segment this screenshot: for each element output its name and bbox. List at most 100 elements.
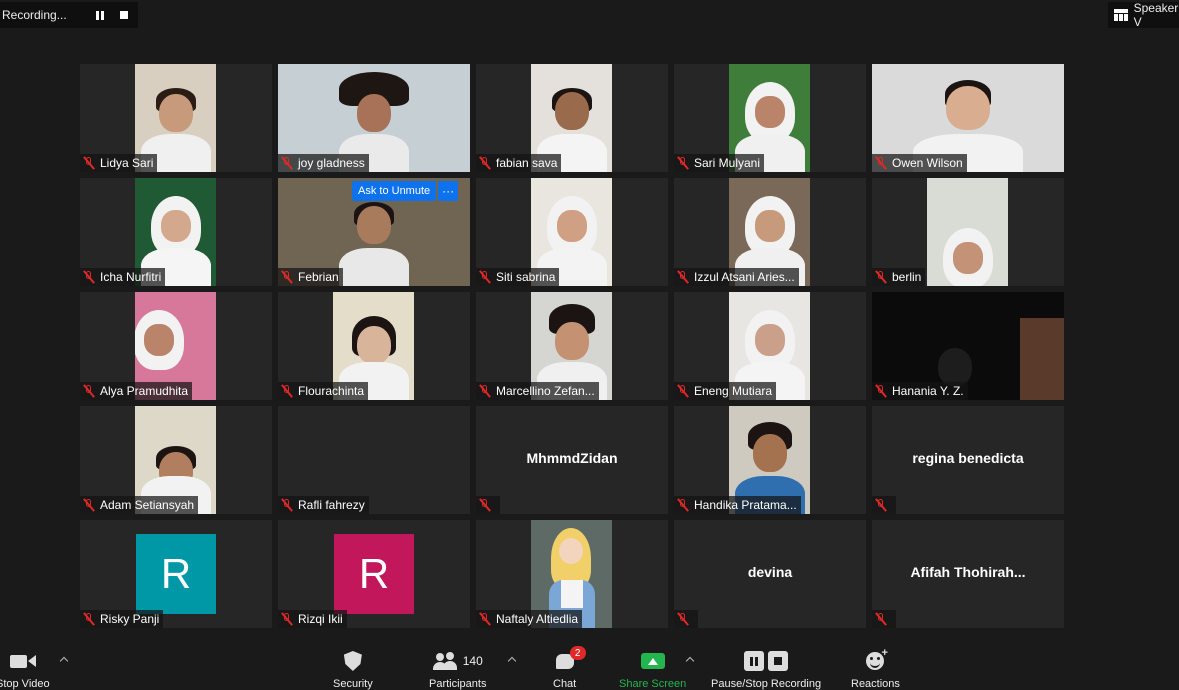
participant-tile[interactable]: Naftaly Altiedlia (476, 520, 668, 628)
mic-muted-icon (280, 270, 294, 284)
participant-name: fabian sava (496, 156, 558, 170)
participant-tile[interactable]: Eneng Mutiara (674, 292, 866, 400)
participant-name: Flourachinta (298, 384, 365, 398)
participants-button[interactable]: 140 Participants (429, 650, 486, 690)
mic-muted-icon (874, 156, 888, 170)
participant-name: Rizqi Ikii (298, 612, 343, 626)
participant-name: Rafli fahrezy (298, 498, 365, 512)
participant-tile[interactable]: Handika Pratama... (674, 406, 866, 514)
mic-muted-icon (676, 156, 690, 170)
participant-tile[interactable]: devina (674, 520, 866, 628)
participant-name-tag: fabian sava (476, 154, 562, 172)
view-label: Speaker V (1133, 1, 1179, 29)
participant-name: Eneng Mutiara (694, 384, 773, 398)
pause-recording-icon[interactable] (88, 3, 112, 27)
share-options-chevron-icon[interactable] (686, 656, 694, 664)
participant-tile[interactable]: Siti sabrina (476, 178, 668, 286)
participant-tile[interactable]: Alya Pramudhita (80, 292, 272, 400)
mic-muted-icon (280, 612, 294, 626)
pause-stop-recording-button[interactable]: Pause/Stop Recording (711, 650, 821, 690)
mic-muted-icon (478, 156, 492, 170)
mic-muted-icon (676, 384, 690, 398)
participant-name: Handika Pratama... (694, 498, 797, 512)
reactions-button[interactable]: + Reactions (851, 647, 900, 690)
mic-muted-icon (82, 384, 96, 398)
participant-name: Alya Pramudhita (100, 384, 189, 398)
participant-name: Afifah Thohirah... (910, 564, 1026, 580)
video-options-chevron-icon[interactable] (60, 656, 68, 664)
participant-name: Siti sabrina (496, 270, 556, 284)
participant-tile[interactable]: regina benedicta (872, 406, 1064, 514)
view-switch-button[interactable]: Speaker V (1108, 1, 1179, 29)
participant-tile[interactable]: Flourachinta (278, 292, 470, 400)
add-icon: + (881, 647, 888, 659)
participant-tile[interactable]: Izzul Atsani Aries... (674, 178, 866, 286)
ask-unmute-controls: Ask to Unmute ··· (352, 181, 459, 201)
mic-muted-icon (280, 384, 294, 398)
participant-name-tag: Hanania Y. Z. (872, 382, 968, 400)
mic-muted-icon (82, 612, 96, 626)
participants-count: 140 (462, 654, 483, 668)
participant-name-tag: Flourachinta (278, 382, 369, 400)
participant-name-tag: Alya Pramudhita (80, 382, 193, 400)
participant-name-tag (872, 496, 896, 514)
participant-video (927, 178, 1008, 286)
mic-muted-icon (874, 270, 888, 284)
participant-name-tag: joy gladness (278, 154, 369, 172)
participant-name-tag: Risky Panji (80, 610, 164, 628)
participant-tile[interactable]: fabian sava (476, 64, 668, 172)
participant-name: Marcellino Zefan... (496, 384, 595, 398)
participant-name: MhmmdZidan (526, 450, 618, 466)
chat-button[interactable]: 2 Chat (553, 646, 586, 690)
participants-options-chevron-icon[interactable] (508, 656, 516, 664)
participant-name-tag (872, 610, 896, 628)
participant-tile[interactable]: Rafli fahrezy (278, 406, 470, 514)
meeting-toolbar: Stop Video Security 140 Participants 2 C… (0, 644, 1179, 690)
chat-unread-badge: 2 (569, 646, 586, 660)
participant-avatar: R (136, 534, 216, 614)
participant-tile[interactable]: R Risky Panji (80, 520, 272, 628)
participant-tile[interactable]: Hanania Y. Z. (872, 292, 1064, 400)
participant-name: Icha Nurfitri (100, 270, 162, 284)
participant-name: Febrian (298, 270, 339, 284)
stop-video-button[interactable]: Stop Video (0, 650, 50, 690)
pause-icon (744, 651, 765, 671)
share-screen-button[interactable]: Share Screen (619, 650, 686, 690)
security-label: Security (333, 678, 373, 690)
participant-tile[interactable]: berlin (872, 178, 1064, 286)
participant-name-tag: Icha Nurfitri (80, 268, 166, 286)
participant-tile[interactable]: Ask to Unmute ··· Febrian (278, 178, 470, 286)
participant-tile[interactable]: joy gladness (278, 64, 470, 172)
security-button[interactable]: Security (333, 650, 373, 690)
participant-name: Izzul Atsani Aries... (694, 270, 795, 284)
participant-tile[interactable]: R Rizqi Ikii (278, 520, 470, 628)
participant-name: berlin (892, 270, 922, 284)
ask-to-unmute-button[interactable]: Ask to Unmute (352, 181, 437, 201)
mic-muted-icon (676, 612, 690, 626)
recording-label: Recording... (2, 8, 67, 22)
participant-name: Risky Panji (100, 612, 160, 626)
mic-muted-icon (82, 156, 96, 170)
participant-name-tag: Adam Setiansyah (80, 496, 199, 514)
participant-name: Hanania Y. Z. (892, 384, 964, 398)
participant-name-tag: Sari Mulyani (674, 154, 765, 172)
stop-video-label: Stop Video (0, 678, 50, 690)
participant-tile[interactable]: Marcellino Zefan... (476, 292, 668, 400)
participant-tile[interactable]: Sari Mulyani (674, 64, 866, 172)
participant-tile[interactable]: Adam Setiansyah (80, 406, 272, 514)
participant-name-tag: Lidya Sari (80, 154, 158, 172)
stop-recording-icon[interactable] (112, 3, 136, 27)
mic-muted-icon (874, 384, 888, 398)
mic-muted-icon (478, 498, 492, 512)
participant-tile[interactable]: Owen Wilson (872, 64, 1064, 172)
participant-tile[interactable]: Lidya Sari (80, 64, 272, 172)
participant-tile[interactable]: MhmmdZidan (476, 406, 668, 514)
participants-icon (432, 652, 457, 670)
participant-name-tag: Naftaly Altiedlia (476, 610, 583, 628)
participant-tile[interactable]: Icha Nurfitri (80, 178, 272, 286)
share-screen-icon (640, 653, 665, 669)
more-options-button[interactable]: ··· (438, 181, 459, 201)
participant-name-tag: Izzul Atsani Aries... (674, 268, 799, 286)
participant-tile[interactable]: Afifah Thohirah... (872, 520, 1064, 628)
participant-name-tag: Owen Wilson (872, 154, 967, 172)
